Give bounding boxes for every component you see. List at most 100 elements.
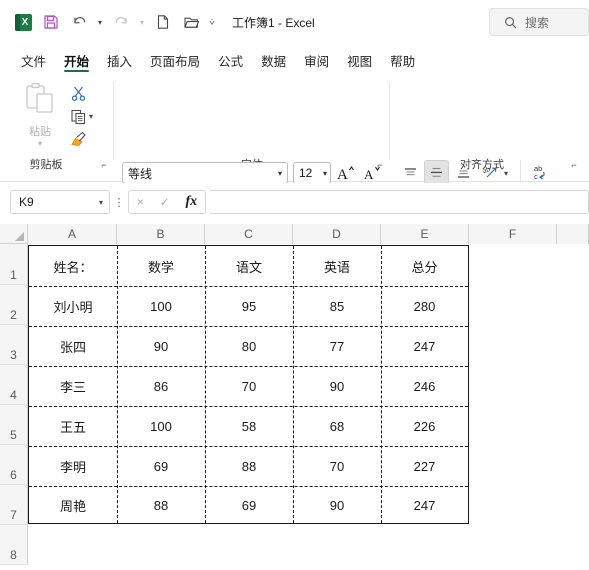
cell-e1[interactable]: 总分 xyxy=(381,246,468,286)
column-header-d[interactable]: D xyxy=(293,224,381,244)
cell-e7[interactable]: 247 xyxy=(381,486,468,525)
cell-a6[interactable]: 李明 xyxy=(29,446,117,486)
tab-home[interactable]: 开始 xyxy=(55,46,98,74)
cell-d2[interactable]: 85 xyxy=(293,286,381,326)
font-size-value: 12 xyxy=(299,166,313,180)
new-button[interactable] xyxy=(150,9,176,35)
formula-bar-handle[interactable]: ⋮ xyxy=(110,196,128,209)
cell-a7[interactable]: 周艳 xyxy=(29,486,117,525)
font-size-input[interactable]: 12 ▾ xyxy=(293,162,331,184)
column-header-e[interactable]: E xyxy=(381,224,469,244)
cell-b1[interactable]: 数学 xyxy=(117,246,205,286)
cell-c3[interactable]: 80 xyxy=(205,326,293,366)
cell-c4[interactable]: 70 xyxy=(205,366,293,406)
cell-b5[interactable]: 100 xyxy=(117,406,205,446)
cell-b3[interactable]: 90 xyxy=(117,326,205,366)
open-button[interactable] xyxy=(178,9,204,35)
font-size-chevron-down-icon[interactable]: ▾ xyxy=(323,169,327,178)
cell-d6[interactable]: 70 xyxy=(293,446,381,486)
cell-a2[interactable]: 刘小明 xyxy=(29,286,117,326)
row-header-3[interactable]: 3 xyxy=(0,325,28,365)
cell-d1[interactable]: 英语 xyxy=(293,246,381,286)
paste-label: 粘贴 xyxy=(29,126,51,138)
tab-data[interactable]: 数据 xyxy=(252,46,295,74)
tab-view[interactable]: 视图 xyxy=(338,46,381,74)
cut-button[interactable] xyxy=(66,82,90,104)
wrap-text-button[interactable]: ab c xyxy=(528,160,554,184)
alignment-dialog-launcher[interactable]: ⌐ xyxy=(568,159,580,171)
undo-button[interactable] xyxy=(66,9,92,35)
cell-b4[interactable]: 86 xyxy=(117,366,205,406)
cell-a4[interactable]: 李三 xyxy=(29,366,117,406)
cell-d3[interactable]: 77 xyxy=(293,326,381,366)
name-box[interactable]: K9 ▾ xyxy=(10,190,110,214)
column-header-c[interactable]: C xyxy=(205,224,293,244)
cell-e5[interactable]: 226 xyxy=(381,406,468,446)
tab-formulas[interactable]: 公式 xyxy=(209,46,252,74)
format-painter-button[interactable] xyxy=(66,128,90,150)
select-all-button[interactable] xyxy=(0,224,28,244)
align-middle-button[interactable] xyxy=(424,160,449,185)
cell-b2[interactable]: 100 xyxy=(117,286,205,326)
align-bottom-button[interactable] xyxy=(452,162,474,184)
open-folder-icon xyxy=(183,17,199,28)
row-header-2[interactable]: 2 xyxy=(0,285,28,325)
align-top-button[interactable] xyxy=(399,162,421,184)
grow-font-button[interactable]: A xyxy=(335,162,357,184)
tab-insert[interactable]: 插入 xyxy=(98,46,141,74)
cell-c1[interactable]: 语文 xyxy=(205,246,293,286)
cell-b6[interactable]: 69 xyxy=(117,446,205,486)
cell-d7[interactable]: 90 xyxy=(293,486,381,525)
column-header-b[interactable]: B xyxy=(117,224,205,244)
enter-formula-button[interactable]: ✓ xyxy=(160,195,170,209)
tab-file[interactable]: 文件 xyxy=(12,46,55,74)
formula-input[interactable] xyxy=(210,190,589,214)
shrink-font-button[interactable]: A xyxy=(362,162,384,184)
tab-page-layout[interactable]: 页面布局 xyxy=(141,46,209,74)
column-header-g[interactable] xyxy=(557,224,589,244)
save-button[interactable] xyxy=(38,9,64,35)
font-name-chevron-down-icon[interactable]: ▾ xyxy=(278,169,282,178)
name-box-chevron-down-icon[interactable]: ▾ xyxy=(99,198,103,207)
tab-help[interactable]: 帮助 xyxy=(381,46,424,74)
cancel-formula-button[interactable]: × xyxy=(137,195,144,209)
cell-c7[interactable]: 69 xyxy=(205,486,293,525)
cell-b7[interactable]: 88 xyxy=(117,486,205,525)
paste-button[interactable]: 粘贴 ▾ xyxy=(18,82,62,152)
cell-d4[interactable]: 90 xyxy=(293,366,381,406)
cell-a1[interactable]: 姓名： xyxy=(29,246,117,286)
customize-qat-button[interactable]: ⩒ xyxy=(206,9,218,35)
column-header-f[interactable]: F xyxy=(469,224,557,244)
cell-e2[interactable]: 280 xyxy=(381,286,468,326)
ribbon-tab-bar: 文件 开始 插入 页面布局 公式 数据 审阅 视图 帮助 xyxy=(0,44,589,74)
cell-c5[interactable]: 58 xyxy=(205,406,293,446)
row-header-8[interactable]: 8 xyxy=(0,525,28,565)
row-header-6[interactable]: 6 xyxy=(0,445,28,485)
insert-function-button[interactable]: fx xyxy=(185,194,197,210)
cell-e6[interactable]: 227 xyxy=(381,446,468,486)
cell-a3[interactable]: 张四 xyxy=(29,326,117,366)
column-header-a[interactable]: A xyxy=(28,224,117,244)
paste-dropdown-caret[interactable]: ▾ xyxy=(38,140,42,148)
font-name-input[interactable]: 等线 ▾ xyxy=(122,162,288,184)
clipboard-dialog-launcher[interactable]: ⌐ xyxy=(98,159,110,171)
row-header-4[interactable]: 4 xyxy=(0,365,28,405)
cell-a5[interactable]: 王五 xyxy=(29,406,117,446)
search-box[interactable]: 搜索 xyxy=(489,8,589,36)
row-header-5[interactable]: 5 xyxy=(0,405,28,445)
shrink-font-icon: A xyxy=(364,166,380,182)
orientation-dropdown-caret[interactable]: ▾ xyxy=(504,169,508,178)
row-header-1[interactable]: 1 xyxy=(0,244,28,285)
copy-dropdown-caret[interactable]: ▾ xyxy=(89,112,93,121)
tab-review[interactable]: 审阅 xyxy=(295,46,338,74)
cell-c6[interactable]: 88 xyxy=(205,446,293,486)
row-header-7[interactable]: 7 xyxy=(0,485,28,525)
cell-e4[interactable]: 246 xyxy=(381,366,468,406)
copy-button[interactable] xyxy=(66,105,90,127)
cell-e3[interactable]: 247 xyxy=(381,326,468,366)
ribbon-group-font: 字体 ⌐ xyxy=(116,76,388,174)
cell-d5[interactable]: 68 xyxy=(293,406,381,446)
cell-c2[interactable]: 95 xyxy=(205,286,293,326)
text-orientation-button[interactable]: ab xyxy=(478,160,502,184)
undo-dropdown-caret[interactable]: ▾ xyxy=(94,9,106,35)
